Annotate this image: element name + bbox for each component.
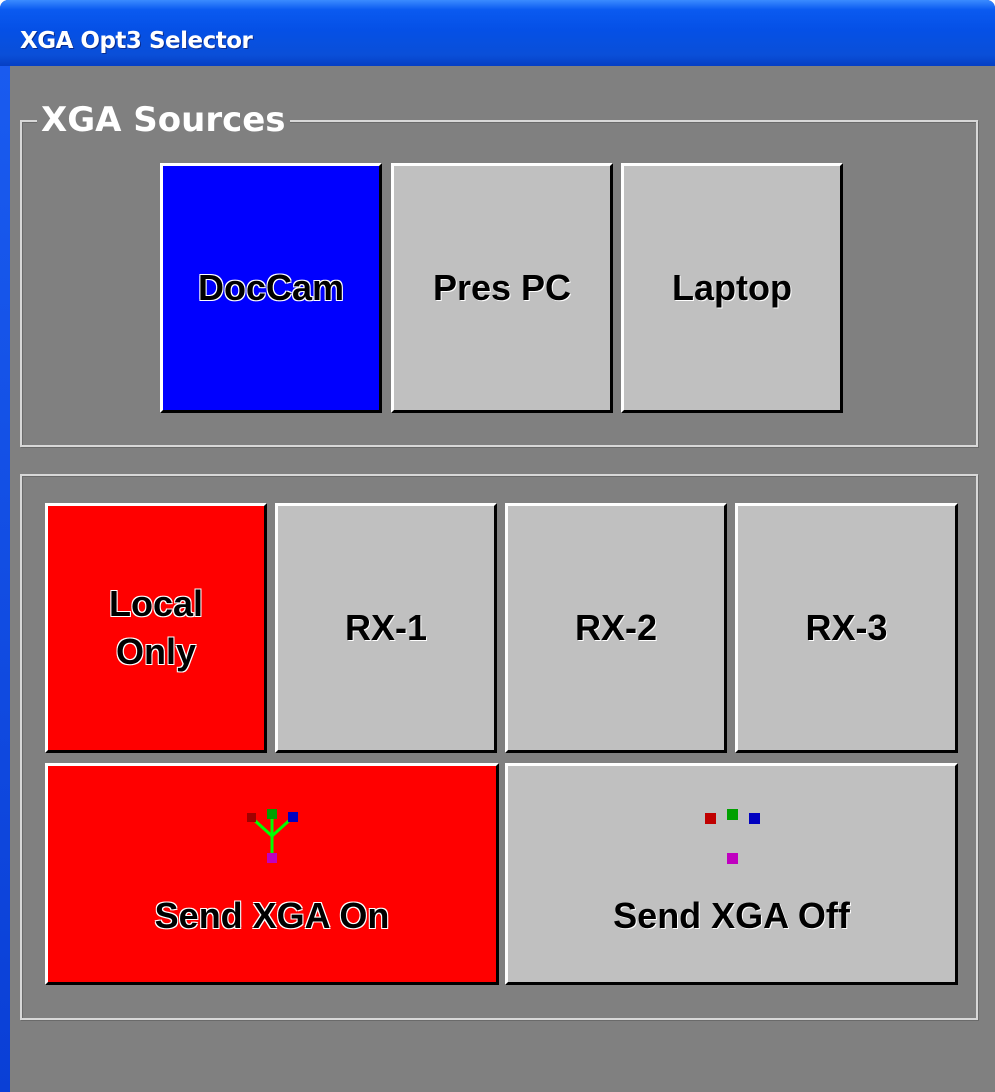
- send-xga-off-button[interactable]: Send XGA Off: [505, 763, 958, 985]
- rx-3-label: RX-3: [805, 607, 888, 648]
- send-xga-on-label: Send XGA On: [154, 895, 390, 936]
- title-bar[interactable]: XGA Opt3 Selector: [0, 0, 995, 66]
- rx-1-button[interactable]: RX-1: [275, 503, 497, 753]
- source-pres-pc-label: Pres PC: [432, 267, 572, 308]
- local-only-label-line2: Only: [115, 631, 196, 672]
- local-only-button[interactable]: Local Only: [45, 503, 267, 753]
- source-doccam-button[interactable]: DocCam: [160, 163, 382, 413]
- rx-2-label: RX-2: [574, 607, 658, 648]
- source-pres-pc-button[interactable]: Pres PC: [391, 163, 613, 413]
- client-area: XGA Sources DocCam Pres PC Laptop Local …: [10, 66, 995, 1092]
- rx-3-button[interactable]: RX-3: [735, 503, 958, 753]
- send-xga-on-button[interactable]: Send XGA On: [45, 763, 499, 985]
- network-connected-icon: [244, 808, 300, 866]
- source-doccam-label: DocCam: [197, 267, 345, 308]
- source-laptop-button[interactable]: Laptop: [621, 163, 843, 413]
- rx-2-button[interactable]: RX-2: [505, 503, 727, 753]
- network-disconnected-icon: [702, 808, 762, 866]
- source-laptop-label: Laptop: [672, 267, 792, 308]
- xga-sources-legend: XGA Sources: [37, 98, 290, 142]
- rx-1-label: RX-1: [344, 607, 428, 648]
- window-title: XGA Opt3 Selector: [20, 28, 253, 54]
- send-xga-off-label: Send XGA Off: [613, 895, 850, 936]
- app-window: XGA Opt3 Selector XGA Sources DocCam Pre…: [0, 0, 995, 1092]
- local-only-label-line1: Local: [108, 583, 204, 624]
